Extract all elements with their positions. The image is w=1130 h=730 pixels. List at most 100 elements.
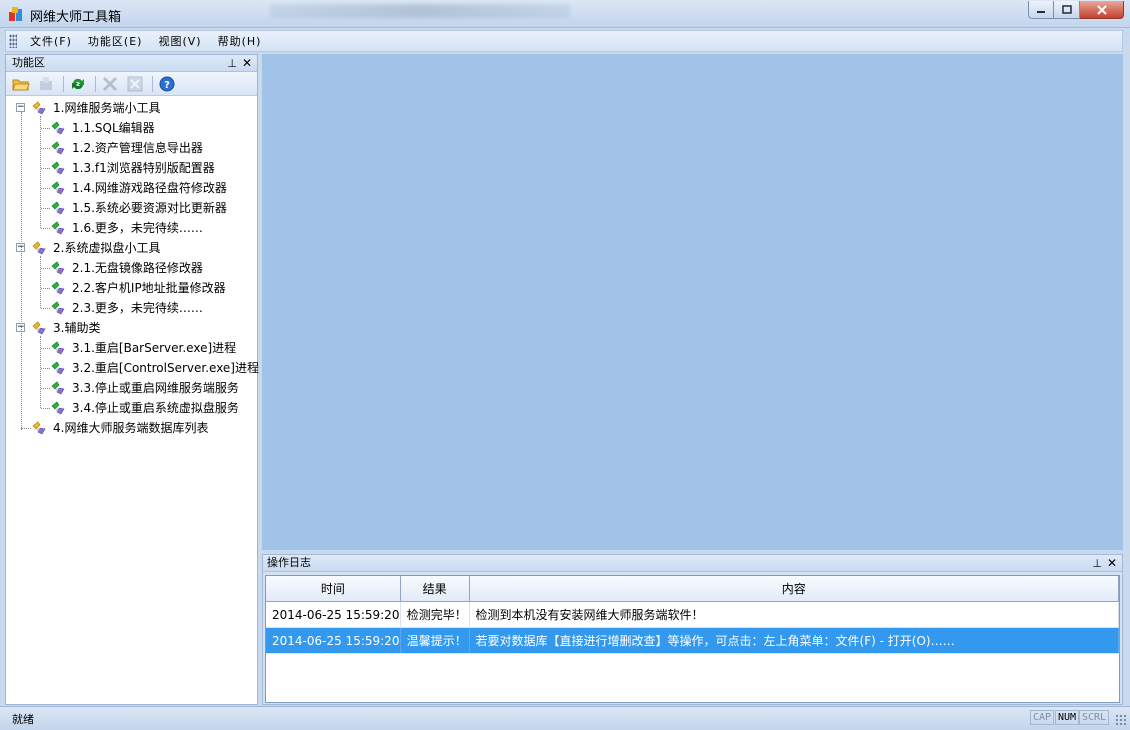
tool-icon (50, 280, 66, 296)
tool-icon (50, 400, 66, 416)
tree-leaf-2-2[interactable]: 2.2.客户机IP地址批量修改器 (6, 278, 257, 298)
tree-connector (21, 112, 22, 430)
log-cell-time: 2014-06-25 15:59:20 (266, 602, 401, 627)
app-icon (9, 7, 22, 21)
tree-connector (21, 428, 31, 429)
tree-connector (41, 368, 50, 369)
tree-leaf-1-1[interactable]: 1.1.SQL编辑器 (6, 118, 257, 138)
open-folder-icon[interactable] (10, 74, 32, 94)
tree-connector (41, 228, 50, 229)
tree-connector (41, 408, 50, 409)
close-button[interactable] (1080, 1, 1124, 19)
tree-leaf-1-5[interactable]: 1.5.系统必要资源对比更新器 (6, 198, 257, 218)
panel-close-icon[interactable]: ✕ (1107, 555, 1117, 571)
maximize-button[interactable] (1054, 1, 1080, 19)
tree-leaf-label: 3.4.停止或重启系统虚拟盘服务 (72, 401, 239, 415)
column-header-time[interactable]: 时间 (266, 576, 401, 601)
function-panel: 功能区 ⊥ ✕ ? − 1.网维服务端小工具 1.1.SQL编辑器 1.2.资产管理信… (5, 54, 259, 705)
tool-group-icon (31, 240, 47, 256)
tree-node-2[interactable]: −2.系统虚拟盘小工具 (6, 238, 257, 258)
log-cell-content: 若要对数据库【直接进行增删改查】等操作，可点击：左上角菜单：文件(F) - 打开… (470, 628, 1119, 653)
log-grid: 时间 结果 内容 2014-06-25 15:59:20 检测完毕！ 检测到本机没有… (265, 575, 1120, 703)
tool-icon (50, 220, 66, 236)
title-bar: 网维大师工具箱 (0, 0, 1130, 28)
status-bar: 就绪 CAP NUM SCRL (0, 706, 1130, 730)
tree-connector (41, 348, 50, 349)
minimize-icon (1037, 10, 1045, 13)
menu-bar: 文件(F) 功能区(E) 视图(V) 帮助(H) (5, 30, 1123, 52)
tree-connector (41, 168, 50, 169)
log-row[interactable]: 2014-06-25 15:59:20 温馨提示！ 若要对数据库【直接进行增删改查】… (266, 628, 1119, 654)
menu-file[interactable]: 文件(F) (27, 33, 75, 49)
tree-node-label: 3.辅助类 (53, 321, 101, 335)
tree-leaf-1-6[interactable]: 1.6.更多，未完待续…… (6, 218, 257, 238)
svg-text:?: ? (164, 80, 170, 91)
tree-leaf-3-2[interactable]: 3.2.重启[ControlServer.exe]进程 (6, 358, 259, 378)
log-cell-time: 2014-06-25 15:59:20 (266, 628, 401, 653)
tree-leaf-1-4[interactable]: 1.4.网维游戏路径盘符修改器 (6, 178, 257, 198)
tree-connector (41, 308, 50, 309)
tool-icon (50, 200, 66, 216)
tree-leaf-label: 3.2.重启[ControlServer.exe]进程 (72, 361, 259, 375)
delete-icon[interactable] (99, 74, 121, 94)
tree-leaf-1-2[interactable]: 1.2.资产管理信息导出器 (6, 138, 257, 158)
tool-group-icon (31, 100, 47, 116)
tool-icon (50, 380, 66, 396)
tool-group-icon (31, 320, 47, 336)
tree-node-label: 2.系统虚拟盘小工具 (53, 241, 161, 255)
refresh-icon[interactable] (67, 74, 89, 94)
tool-icon (50, 300, 66, 316)
function-panel-header: 功能区 ⊥ ✕ (6, 55, 257, 72)
import-icon[interactable] (35, 74, 57, 94)
column-header-result[interactable]: 结果 (401, 576, 470, 601)
pin-icon[interactable]: ⊥ (227, 56, 237, 72)
tree-leaf-label: 2.2.客户机IP地址批量修改器 (72, 281, 226, 295)
toolbar-separator (152, 75, 153, 92)
tree-connector (41, 148, 50, 149)
tree-leaf-2-3[interactable]: 2.3.更多，未完待续…… (6, 298, 257, 318)
tree-leaf-label: 1.1.SQL编辑器 (72, 121, 155, 135)
close-box-icon[interactable] (124, 74, 146, 94)
help-icon[interactable]: ? (156, 74, 178, 94)
tree-node-label: 1.网维服务端小工具 (53, 101, 161, 115)
toolbar-separator (95, 75, 96, 92)
log-row[interactable]: 2014-06-25 15:59:20 检测完毕！ 检测到本机没有安装网维大师服务端… (266, 602, 1119, 628)
menu-help[interactable]: 帮助(H) (215, 33, 265, 49)
window-title: 网维大师工具箱 (30, 10, 122, 25)
tree-leaf-3-3[interactable]: 3.3.停止或重启网维服务端服务 (6, 378, 257, 398)
tree-leaf-label: 1.5.系统必要资源对比更新器 (72, 201, 227, 215)
title-blur-strip (270, 4, 570, 18)
menu-view[interactable]: 视图(V) (155, 33, 204, 49)
maximize-icon (1061, 4, 1072, 14)
scroll-lock-indicator: SCRL (1079, 710, 1110, 725)
tree-leaf-1-3[interactable]: 1.3.f1浏览器特别版配置器 (6, 158, 257, 178)
menu-function-area[interactable]: 功能区(E) (85, 33, 146, 49)
tree-leaf-2-1[interactable]: 2.1.无盘镜像路径修改器 (6, 258, 257, 278)
log-grid-header: 时间 结果 内容 (266, 576, 1119, 602)
tree-connector (40, 116, 41, 228)
panel-close-icon[interactable]: ✕ (242, 55, 252, 71)
tree-connector (41, 128, 50, 129)
tree-node-3[interactable]: −3.辅助类 (6, 318, 257, 338)
pin-icon[interactable]: ⊥ (1092, 556, 1102, 572)
menu-grip[interactable] (9, 34, 17, 48)
tool-group-icon (31, 420, 47, 436)
tool-icon (50, 260, 66, 276)
resize-grip[interactable] (1115, 714, 1127, 726)
caps-lock-indicator: CAP (1030, 710, 1055, 725)
tree-leaf-label: 3.1.重启[BarServer.exe]进程 (72, 341, 237, 355)
num-lock-indicator: NUM (1055, 710, 1080, 725)
tree-leaf-3-1[interactable]: 3.1.重启[BarServer.exe]进程 (6, 338, 257, 358)
tree-leaf-3-4[interactable]: 3.4.停止或重启系统虚拟盘服务 (6, 398, 257, 418)
operation-log-panel: 操作日志 ⊥ ✕ 时间 结果 内容 2014-06-25 15:59:20 检测完… (262, 554, 1123, 705)
minimize-button[interactable] (1028, 1, 1054, 19)
column-header-content[interactable]: 内容 (470, 576, 1119, 601)
log-panel-header: 操作日志 ⊥ ✕ (263, 555, 1122, 572)
tool-icon (50, 140, 66, 156)
tree-node-4[interactable]: 4.网维大师服务端数据库列表 (6, 418, 257, 438)
tree-connector (41, 388, 50, 389)
tree-node-label: 4.网维大师服务端数据库列表 (53, 421, 209, 435)
tree-leaf-label: 1.6.更多，未完待续…… (72, 221, 203, 235)
tree-node-1[interactable]: − 1.网维服务端小工具 (6, 98, 257, 118)
collapse-icon[interactable]: − (16, 103, 25, 112)
